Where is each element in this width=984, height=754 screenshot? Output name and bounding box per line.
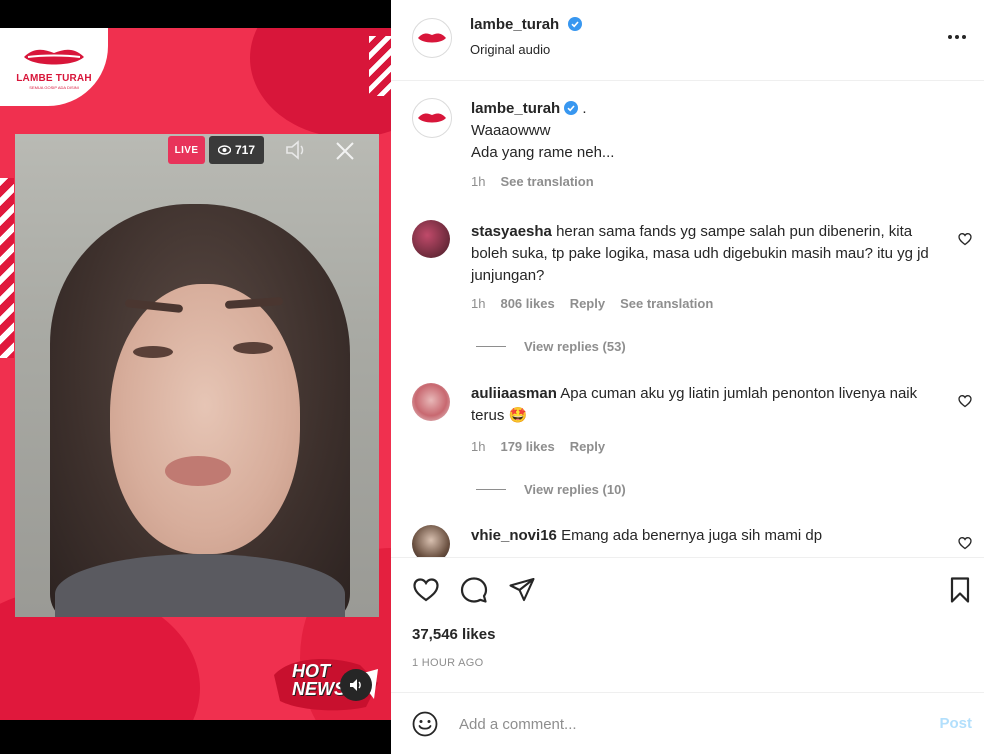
heart-icon[interactable] xyxy=(958,232,972,246)
emoji-icon[interactable] xyxy=(412,711,438,737)
comment-username[interactable]: stasyaesha xyxy=(471,223,552,240)
speaker-icon xyxy=(286,140,304,160)
comment-bubble-icon[interactable] xyxy=(460,576,488,604)
poster-stripes xyxy=(0,178,14,358)
comment-input[interactable] xyxy=(459,711,889,737)
logo-text: LAMBE TURAH xyxy=(16,72,92,84)
view-replies-button[interactable]: View replies (53) xyxy=(476,339,626,354)
volume-icon xyxy=(350,679,361,691)
divider xyxy=(476,489,506,490)
like-heart-icon[interactable] xyxy=(412,576,440,604)
comment-meta: 1h 806 likes Reply See translation xyxy=(471,296,713,311)
bookmark-icon[interactable] xyxy=(946,576,974,604)
post-actions: 37,546 likes 1 HOUR AGO xyxy=(391,557,984,687)
verified-badge-icon xyxy=(567,17,582,31)
viewer-count-value: 717 xyxy=(234,143,256,157)
comment-time: 1h xyxy=(471,296,486,311)
sound-toggle-button[interactable] xyxy=(340,669,372,701)
caption-meta: 1h See translation xyxy=(471,174,594,189)
post-timestamp: 1 HOUR AGO xyxy=(412,657,484,669)
lips-icon xyxy=(24,49,84,64)
likes-count[interactable]: 37,546 likes xyxy=(412,626,495,643)
see-translation-link[interactable]: See translation xyxy=(620,296,713,311)
see-translation-link[interactable]: See translation xyxy=(500,174,593,189)
caption-suffix: . xyxy=(578,100,587,117)
person-eye xyxy=(133,346,173,358)
comment-likes[interactable]: 179 likes xyxy=(500,439,554,454)
avatar[interactable] xyxy=(412,525,450,557)
audio-label[interactable]: Original audio xyxy=(470,42,550,57)
eye-icon xyxy=(217,145,231,155)
caption-line: Ada yang rame neh... xyxy=(471,144,615,161)
post-author: lambe_turah xyxy=(470,16,582,34)
hot-news-text: HOT NEWS xyxy=(292,662,346,698)
caption-line: Waaaowww xyxy=(471,122,551,139)
hot-news-line: HOT xyxy=(292,661,330,681)
comment-text: stasyaesha heran sama fands yg sampe sal… xyxy=(471,221,941,287)
reply-button[interactable]: Reply xyxy=(570,296,605,311)
view-replies-label: View replies (10) xyxy=(524,482,626,497)
hot-news-line: NEWS xyxy=(292,679,346,699)
comment-body: Emang ada benernya juga sih mami dp xyxy=(561,527,823,544)
poster-stripes xyxy=(369,36,391,96)
person-lips xyxy=(165,456,231,486)
lips-icon xyxy=(418,33,446,43)
divider xyxy=(476,346,506,347)
comment-username[interactable]: vhie_novi16 xyxy=(471,527,557,544)
lips-icon xyxy=(418,113,446,123)
live-stream-frame xyxy=(15,134,379,617)
avatar[interactable] xyxy=(412,383,450,421)
share-paper-plane-icon[interactable] xyxy=(508,576,536,604)
post-media[interactable]: LAMBE TURAH SEMUA GOSIP ADA DISINI LIVE … xyxy=(0,0,391,754)
person-eye xyxy=(233,342,273,354)
heart-icon[interactable] xyxy=(958,536,972,550)
verified-badge-icon xyxy=(564,101,579,115)
caption-username[interactable]: lambe_turah xyxy=(471,100,560,117)
comments-list[interactable]: lambe_turah . Waaaowww Ada yang rame neh… xyxy=(391,81,984,557)
view-replies-label: View replies (53) xyxy=(524,339,626,354)
avatar[interactable] xyxy=(412,220,450,258)
post-comment-button[interactable]: Post xyxy=(939,715,972,732)
caption-text: lambe_turah . Waaaowww Ada yang rame neh… xyxy=(471,98,941,164)
more-options-icon[interactable] xyxy=(946,28,968,46)
caption-time: 1h xyxy=(471,174,486,189)
add-comment-bar: Post xyxy=(391,692,984,754)
heart-icon[interactable] xyxy=(958,394,972,408)
live-badge: LIVE xyxy=(168,136,205,164)
post-header: lambe_turah Original audio xyxy=(391,0,984,81)
post-author-username[interactable]: lambe_turah xyxy=(470,16,559,33)
view-replies-button[interactable]: View replies (10) xyxy=(476,482,626,497)
post-side-panel: lambe_turah Original audio lambe_turah .… xyxy=(391,0,984,754)
person-face xyxy=(110,284,300,554)
comment-likes[interactable]: 806 likes xyxy=(500,296,554,311)
comment-username[interactable]: auliiaasman xyxy=(471,385,557,402)
close-icon xyxy=(336,142,354,160)
comment-time: 1h xyxy=(471,439,486,454)
viewer-count: 717 xyxy=(209,136,264,164)
avatar[interactable] xyxy=(412,98,452,138)
reply-button[interactable]: Reply xyxy=(570,439,605,454)
comment-meta: 1h 179 likes Reply xyxy=(471,439,605,454)
avatar[interactable] xyxy=(412,18,452,58)
logo-tagline: SEMUA GOSIP ADA DISINI xyxy=(29,84,79,90)
comment-text: auliiaasman Apa cuman aku yg liatin juml… xyxy=(471,383,941,427)
comment-text: vhie_novi16 Emang ada benernya juga sih … xyxy=(471,525,941,547)
